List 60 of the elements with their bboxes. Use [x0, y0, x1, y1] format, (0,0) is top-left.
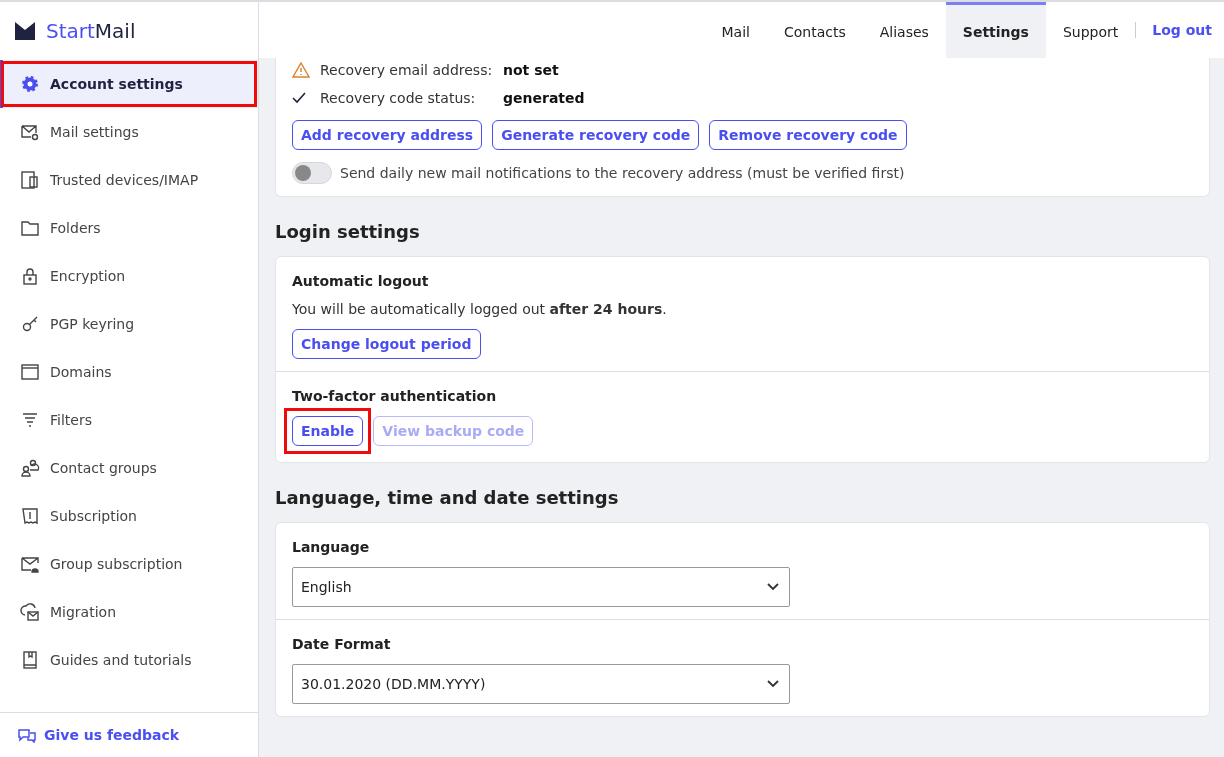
warning-icon [292, 62, 310, 78]
sidebar-item[interactable]: Filters [0, 396, 258, 444]
chevron-down-icon [767, 583, 779, 591]
sidebar-item[interactable]: Contact groups [0, 444, 258, 492]
sidebar-item[interactable]: Migration [0, 588, 258, 636]
recovery-button[interactable]: Generate recovery code [492, 120, 700, 150]
toggle-label: Send daily new mail notifications to the recovery address (must be verified first) [340, 165, 905, 181]
section-heading: Language, time and date settings [275, 487, 620, 508]
cloud-envelope-icon [20, 602, 40, 622]
sidebar-item[interactable]: Trusted devices/IMAP [0, 156, 258, 204]
envelope-person-icon [20, 554, 40, 574]
chat-bubbles-icon [18, 727, 36, 743]
recovery-button[interactable]: Remove recovery code [709, 120, 907, 150]
recovery-button[interactable]: Add recovery address [292, 120, 483, 150]
dropdown-field[interactable]: English [292, 567, 790, 607]
two-factor-button[interactable]: Enable [292, 416, 364, 446]
status-label: Recovery code status: [320, 90, 477, 106]
devices-icon [20, 170, 40, 190]
nav-tab[interactable]: Support [1045, 2, 1136, 58]
sidebar-item[interactable]: Account settings [0, 60, 258, 108]
book-icon [20, 650, 40, 670]
setting-title: Automatic logout [292, 273, 430, 289]
sidebar-item[interactable]: Encryption [0, 252, 258, 300]
sidebar-item[interactable]: PGP keyring [0, 300, 258, 348]
section-heading: Login settings [275, 221, 421, 242]
folder-icon [20, 218, 40, 238]
notification-toggle[interactable] [292, 162, 332, 184]
status-value: generated [503, 90, 585, 106]
sidebar-item[interactable]: Group subscription [0, 540, 258, 588]
nav-tab[interactable]: Aliases [862, 2, 946, 58]
checkmark-icon [292, 92, 306, 104]
sidebar-item[interactable]: Folders [0, 204, 258, 252]
feedback-link[interactable]: Give us feedback [0, 712, 258, 757]
nav-tab[interactable]: Contacts [766, 2, 863, 58]
envelope-gear-icon [20, 122, 40, 142]
envelope-logo-icon [14, 21, 36, 41]
sidebar-item[interactable]: Mail settings [0, 108, 258, 156]
key-icon [20, 314, 40, 334]
logout-description: You will be automatically logged out after 24 hours. [292, 301, 668, 317]
receipt-icon [20, 506, 40, 526]
nav-tab[interactable]: Settings [945, 2, 1046, 58]
brand-name: StartMail [46, 19, 136, 43]
sidebar-item[interactable]: Guides and tutorials [0, 636, 258, 684]
dropdown-field[interactable]: 30.01.2020 (DD.MM.YYYY) [292, 664, 790, 704]
people-icon [20, 458, 40, 478]
field-label: Date Format [292, 636, 392, 652]
browser-window-icon [20, 362, 40, 382]
setting-title: Two-factor authentication [292, 388, 498, 404]
lock-icon [20, 266, 40, 286]
gear-icon [20, 74, 40, 94]
field-label: Language [292, 539, 371, 555]
status-label: Recovery email address: [320, 62, 494, 78]
nav-tab[interactable]: Mail [704, 2, 767, 58]
sidebar-item[interactable]: Domains [0, 348, 258, 396]
change-logout-button[interactable]: Change logout period [292, 329, 481, 359]
status-value: not set [503, 62, 559, 78]
filter-icon [20, 410, 40, 430]
sidebar-item[interactable]: Subscription [0, 492, 258, 540]
logout-link[interactable]: Log out [1136, 2, 1212, 58]
chevron-down-icon [767, 680, 779, 688]
